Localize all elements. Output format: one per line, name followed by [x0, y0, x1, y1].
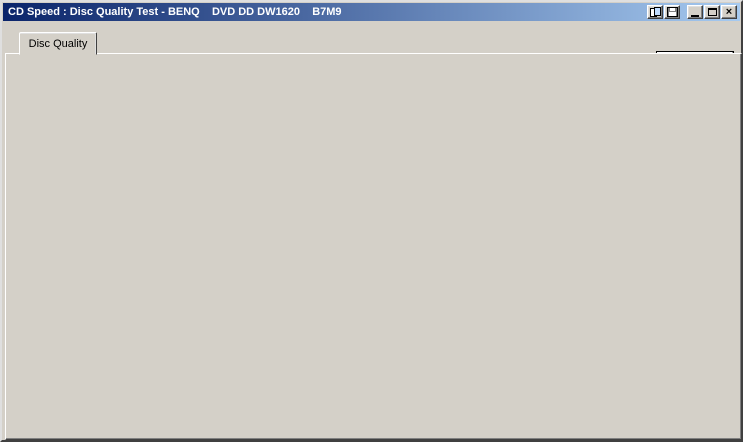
close-icon: ×	[726, 7, 732, 17]
close-button[interactable]: ×	[721, 5, 737, 19]
minimize-icon	[691, 15, 699, 17]
app-window: CD Speed : Disc Quality Test - BENQ DVD …	[0, 0, 743, 442]
window-title: CD Speed : Disc Quality Test - BENQ DVD …	[3, 6, 647, 18]
titlebar: CD Speed : Disc Quality Test - BENQ DVD …	[3, 3, 740, 21]
minimize-button[interactable]	[687, 5, 703, 19]
tab-page	[5, 53, 742, 440]
tab-disc-quality[interactable]: Disc Quality	[19, 32, 97, 55]
maximize-icon	[708, 8, 717, 16]
save-button[interactable]	[664, 5, 680, 19]
report-icon	[650, 7, 661, 17]
titlebar-buttons: ×	[647, 5, 740, 19]
save-icon	[667, 7, 678, 17]
tab-label: Disc Quality	[29, 38, 88, 50]
report-button[interactable]	[647, 5, 663, 19]
maximize-button[interactable]	[704, 5, 720, 19]
